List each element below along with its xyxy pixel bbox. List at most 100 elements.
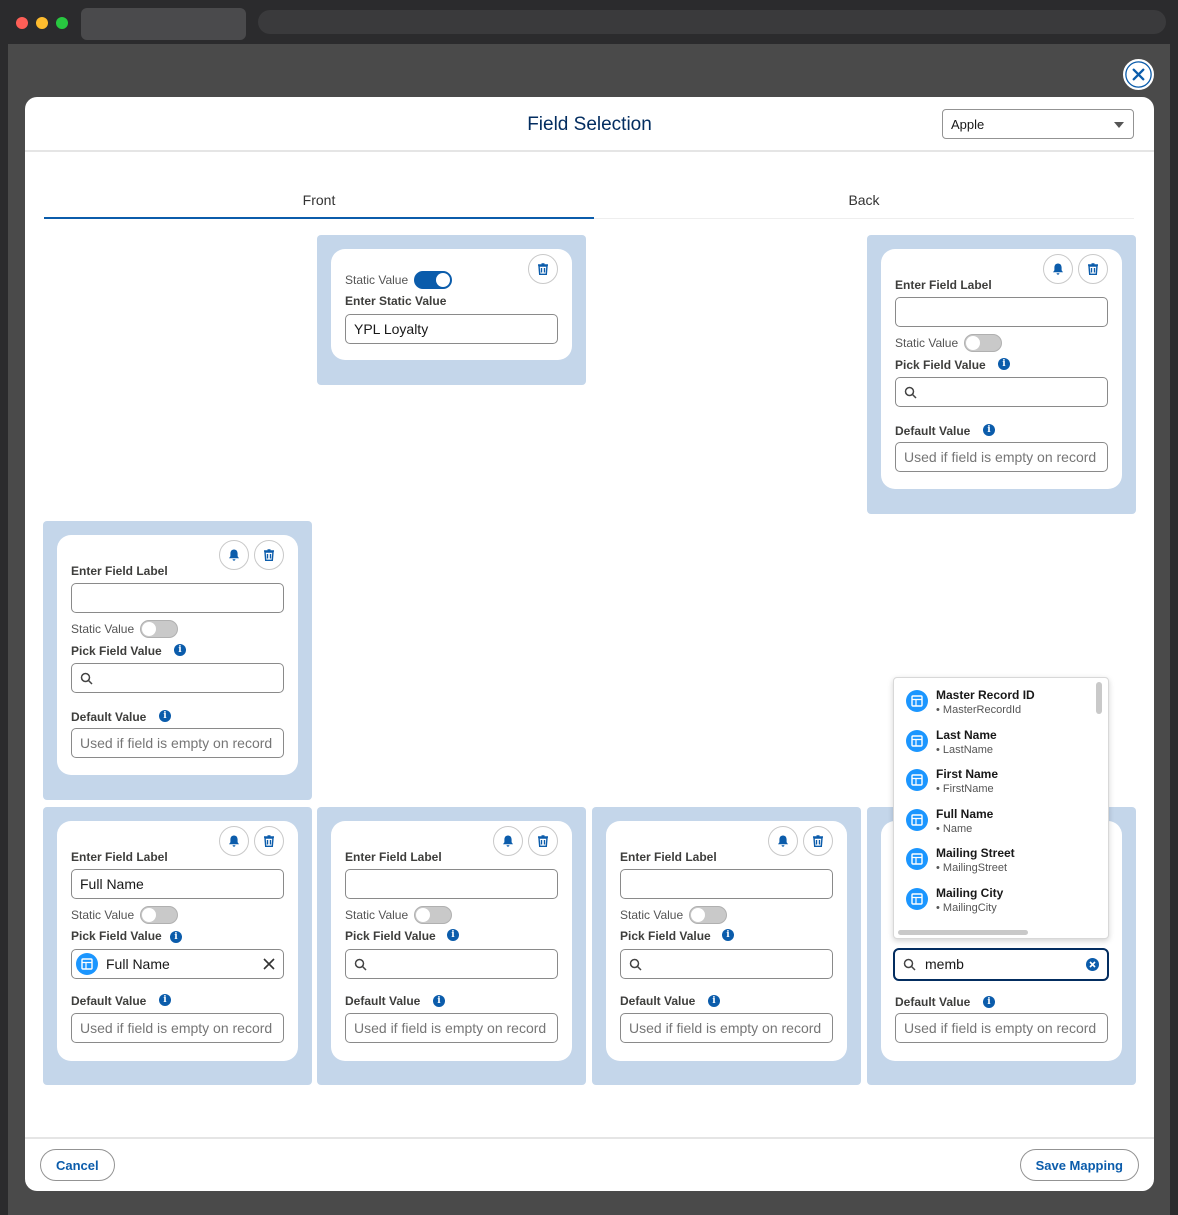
field-label-input[interactable]: [345, 869, 558, 899]
address-bar[interactable]: [258, 10, 1166, 34]
search-icon: [629, 958, 642, 971]
delete-button[interactable]: [803, 826, 833, 856]
info-icon[interactable]: i: [170, 931, 182, 943]
field-label-label: Enter Field Label: [895, 278, 992, 292]
pick-field-search[interactable]: [895, 377, 1108, 407]
delete-button[interactable]: [1078, 254, 1108, 284]
dropdown-option[interactable]: Mailing City • MailingCity: [894, 878, 1094, 918]
field-label-input[interactable]: [71, 583, 284, 613]
window-zoom-dot[interactable]: [56, 17, 68, 29]
save-mapping-button[interactable]: Save Mapping: [1019, 1149, 1139, 1181]
cancel-button[interactable]: Cancel: [40, 1149, 115, 1181]
delete-button[interactable]: [254, 540, 284, 570]
static-value-input[interactable]: YPL Loyalty: [345, 314, 558, 344]
static-value-toggle[interactable]: [414, 906, 452, 924]
static-value-label: Static Value: [895, 336, 959, 350]
pick-field-search[interactable]: [620, 949, 833, 979]
default-value-input[interactable]: Used if field is empty on record: [895, 442, 1108, 472]
field-label-input[interactable]: [620, 869, 833, 899]
default-value-label: Default Value: [895, 995, 971, 1009]
static-value-toggle[interactable]: [140, 620, 178, 638]
window-minimize-dot[interactable]: [36, 17, 48, 29]
static-value-toggle[interactable]: [414, 271, 452, 289]
delete-button[interactable]: [254, 826, 284, 856]
window-close-dot[interactable]: [16, 17, 28, 29]
default-value-input[interactable]: Used if field is empty on record: [620, 1013, 833, 1043]
default-value-input[interactable]: Used if field is empty on record: [71, 728, 284, 758]
field-label-label: Enter Field Label: [620, 850, 717, 864]
option-api-name: • MailingStreet: [936, 862, 1008, 874]
default-value-label: Default Value: [620, 994, 696, 1008]
tab-front[interactable]: Front: [44, 183, 594, 219]
dropdown-option[interactable]: Mailing Street • MailingStreet: [894, 838, 1094, 878]
notify-button[interactable]: [219, 540, 249, 570]
notify-button[interactable]: [493, 826, 523, 856]
info-icon[interactable]: i: [983, 996, 995, 1008]
info-icon[interactable]: i: [998, 358, 1010, 370]
option-api-name: • Name: [936, 823, 973, 835]
window-titlebar: [0, 0, 1178, 44]
dropdown-scrollbar[interactable]: [1096, 682, 1102, 714]
option-name: Full Name: [936, 807, 994, 821]
option-name: Mailing City: [936, 886, 1004, 900]
pick-field-value-label: Pick Field Value: [895, 358, 986, 372]
info-icon[interactable]: i: [159, 994, 171, 1006]
default-value-input[interactable]: Used if field is empty on record: [71, 1013, 284, 1043]
static-value-label: Static Value: [71, 622, 135, 636]
browser-tab[interactable]: [81, 8, 246, 40]
search-icon: [354, 958, 367, 971]
record-icon: [906, 730, 928, 752]
org-select[interactable]: Apple: [942, 109, 1134, 139]
field-label-input[interactable]: Full Name: [71, 869, 284, 899]
notify-button[interactable]: [1043, 254, 1073, 284]
static-value-label: Static Value: [345, 908, 409, 922]
pick-field-search[interactable]: [345, 949, 558, 979]
info-icon[interactable]: i: [722, 929, 734, 941]
pick-field-selected[interactable]: Full Name: [71, 949, 284, 979]
tab-back[interactable]: Back: [594, 183, 1134, 219]
trash-icon: [1088, 263, 1098, 275]
clear-icon[interactable]: [1086, 958, 1099, 971]
record-icon: [906, 888, 928, 910]
notify-button[interactable]: [768, 826, 798, 856]
static-value-label: Static Value: [71, 908, 135, 922]
default-value-input[interactable]: Used if field is empty on record: [345, 1013, 558, 1043]
info-icon[interactable]: i: [433, 995, 445, 1007]
field-label-input[interactable]: [895, 297, 1108, 327]
pick-field-search[interactable]: [71, 663, 284, 693]
slot-bottom-3: Enter Field Label Static Value Pick Fiel…: [592, 807, 861, 1085]
info-icon[interactable]: i: [159, 710, 171, 722]
option-api-name: • LastName: [936, 744, 994, 756]
info-icon[interactable]: i: [983, 424, 995, 436]
default-value-label: Default Value: [71, 710, 147, 724]
option-name: Master Record ID: [936, 688, 1035, 702]
static-value-toggle[interactable]: [140, 906, 178, 924]
static-value-toggle[interactable]: [689, 906, 727, 924]
info-icon[interactable]: i: [447, 929, 459, 941]
dropdown-option[interactable]: Last Name • LastName: [894, 720, 1094, 760]
bell-icon: [1053, 263, 1063, 275]
delete-button[interactable]: [528, 254, 558, 284]
info-icon[interactable]: i: [174, 644, 186, 656]
static-value-toggle[interactable]: [964, 334, 1002, 352]
slot-bottom-2: Enter Field Label Static Value Pick Fiel…: [317, 807, 586, 1085]
chevron-down-icon: [1114, 122, 1124, 128]
search-icon: [904, 386, 917, 399]
field-selection-modal: Field Selection Apple Front Back Static …: [25, 97, 1154, 1191]
pick-field-search-active[interactable]: memb: [893, 948, 1109, 981]
record-icon: [76, 953, 98, 975]
delete-button[interactable]: [528, 826, 558, 856]
dropdown-option[interactable]: Full Name • Name: [894, 799, 1094, 839]
field-card: Static Value Enter Static Value YPL Loya…: [331, 249, 572, 360]
default-value-input[interactable]: Used if field is empty on record: [895, 1013, 1108, 1043]
close-modal-button[interactable]: [1123, 59, 1154, 90]
dropdown-h-scrollbar[interactable]: [898, 930, 1028, 935]
close-icon: [1125, 61, 1152, 88]
dropdown-option[interactable]: First Name • FirstName: [894, 759, 1094, 799]
field-dropdown: Master Record ID • MasterRecordId Last N…: [893, 677, 1109, 939]
dropdown-option[interactable]: Master Record ID • MasterRecordId: [894, 680, 1094, 720]
notify-button[interactable]: [219, 826, 249, 856]
slot-back-top: Enter Field Label Static Value Pick Fiel…: [867, 235, 1136, 514]
clear-icon[interactable]: [263, 958, 275, 970]
info-icon[interactable]: i: [708, 995, 720, 1007]
